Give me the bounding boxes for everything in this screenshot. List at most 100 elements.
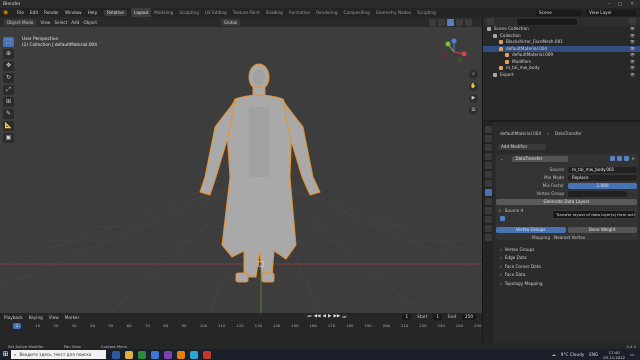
add-cube-tool-icon[interactable]: ▣ (3, 133, 14, 143)
tab-bone-weight[interactable]: Bone Weight (567, 226, 637, 233)
menu-view[interactable]: View (40, 20, 50, 25)
pan-hand-icon[interactable]: ✋ (469, 82, 478, 91)
windows-start-icon[interactable]: ⊞ (0, 349, 11, 360)
prev-key-icon[interactable]: ◀◀ (314, 314, 321, 320)
clock[interactable]: 17:40 03.11.2022 (603, 350, 625, 360)
expand-chevron-icon[interactable]: › (500, 255, 502, 260)
jump-start-icon[interactable]: ⏮ (308, 314, 312, 320)
vertex-data-checkbox[interactable] (500, 216, 505, 221)
workspace-tab-animation[interactable]: Animation (286, 8, 313, 17)
play-icon[interactable]: ▶ (328, 314, 331, 320)
tab-vertex-groups[interactable]: Vertex Groups (496, 226, 566, 233)
start-frame-field[interactable]: 1 (433, 314, 443, 320)
menu-add[interactable]: Add (71, 20, 79, 25)
telegram-icon[interactable] (190, 350, 198, 359)
expand-chevron-icon[interactable]: › (500, 281, 502, 286)
select-box-tool-icon[interactable]: ⬚ (3, 37, 14, 47)
blender-logo-icon[interactable]: ◉ (3, 9, 12, 16)
menu-select[interactable]: Select (54, 20, 67, 25)
workspace-tab-geometry-nodes[interactable]: Geometry Nodes (373, 8, 414, 17)
playhead[interactable]: 1 (13, 323, 21, 329)
xray-toggle-icon[interactable] (438, 18, 445, 26)
end-frame-field[interactable]: 250 (462, 314, 476, 320)
physics-tab-icon[interactable] (484, 207, 492, 214)
move-tool-icon[interactable]: ✥ (3, 61, 14, 71)
current-frame-field[interactable]: 1 (402, 314, 412, 320)
workspace-tab-texture-paint[interactable]: Texture Paint (230, 8, 263, 17)
cursor-tool-icon[interactable]: ⊕ (3, 49, 14, 59)
mix-mode-dropdown[interactable]: Replace (568, 174, 637, 181)
collapse-chevron-icon[interactable]: ⌄ (500, 156, 504, 161)
world-tab-icon[interactable] (484, 171, 492, 178)
timeline-ruler[interactable]: 1102030405060708090100110120130140150160… (0, 323, 482, 330)
menu-object[interactable]: Object (83, 20, 97, 25)
scene-selector[interactable]: Scene (536, 9, 582, 16)
subpanel-header[interactable]: › Vertex Groups (500, 246, 534, 253)
add-modifier-button[interactable]: Add Modifier (498, 143, 546, 150)
editmode-toggle-icon[interactable] (610, 156, 616, 161)
menu-file[interactable]: File (14, 10, 27, 15)
outliner-search-input[interactable] (517, 18, 577, 25)
menu-help[interactable]: Help (85, 10, 101, 15)
timeline-editor[interactable]: Playback Keying View Marker ⏮ ◀◀ ◀ ▶ ▶▶ … (0, 313, 482, 343)
timeline-menu-marker[interactable]: Marker (65, 315, 79, 320)
subpanel-header[interactable]: › Face Data (500, 271, 526, 278)
timeline-menu-keying[interactable]: Keying (29, 315, 43, 320)
edge-icon[interactable] (151, 350, 159, 359)
store-icon[interactable] (164, 350, 172, 359)
menu-render[interactable]: Render (41, 10, 62, 15)
mix-factor-slider[interactable]: 1.000 (568, 182, 637, 189)
expand-chevron-icon[interactable]: › (500, 247, 502, 252)
workspace-tab-shading[interactable]: Shading (263, 8, 286, 17)
particles-tab-icon[interactable] (484, 198, 492, 205)
jump-end-icon[interactable]: ⏭ (342, 314, 346, 320)
viewport-canvas[interactable] (0, 27, 482, 313)
solid-shading-icon[interactable] (447, 18, 454, 26)
subpanel-header[interactable]: › Topology Mapping (500, 280, 542, 287)
material-tab-icon[interactable] (484, 234, 492, 241)
modifier-tab-icon[interactable] (484, 189, 492, 196)
blender-taskbar-icon[interactable] (177, 350, 185, 359)
object-mode-dropdown[interactable]: Object Mode (4, 18, 37, 26)
expand-chevron-icon[interactable]: › (500, 264, 502, 269)
outliner-row[interactable]: Export 👁 (483, 72, 640, 79)
scene-tab-icon[interactable] (484, 162, 492, 169)
relative-pill[interactable]: Relative (104, 9, 127, 16)
ortho-grid-icon[interactable]: ⊞ (469, 106, 478, 115)
modifier-name-field[interactable]: DataTransfer (511, 155, 568, 162)
rotate-tool-icon[interactable]: ↻ (3, 73, 14, 83)
view-layer-tab-icon[interactable] (484, 153, 492, 160)
subpanel-header[interactable]: › Edge Data (500, 254, 527, 261)
close-icon[interactable]: ✕ (630, 2, 634, 7)
subpanel-header[interactable]: › Face Corner Data (500, 263, 541, 270)
constraints-tab-icon[interactable] (484, 216, 492, 223)
generate-data-layers-button[interactable]: Generate Data Layers (496, 198, 637, 205)
notification-icon[interactable]: ▭ (630, 352, 634, 357)
annotate-tool-icon[interactable]: ✎ (3, 109, 14, 119)
workspace-tab-scripting[interactable]: Scripting (414, 8, 439, 17)
modifier-close-icon[interactable]: ✕ (631, 156, 635, 161)
material-preview-icon[interactable] (456, 18, 463, 26)
navigation-gizmo[interactable] (440, 38, 468, 66)
view-layer-selector[interactable]: View Layer (586, 9, 636, 16)
transform-tool-icon[interactable]: ⊞ (3, 97, 14, 107)
tool-tab-icon[interactable] (484, 126, 492, 133)
render-tab-icon[interactable] (484, 135, 492, 142)
scale-tool-icon[interactable]: ⤢ (3, 85, 14, 95)
chrome-icon[interactable] (138, 350, 146, 359)
maximize-icon[interactable]: □ (618, 2, 622, 7)
app-icon[interactable] (203, 350, 211, 359)
timeline-menu-playback[interactable]: Playback (4, 315, 23, 320)
3d-viewport[interactable] (0, 27, 482, 313)
task-view-icon[interactable] (112, 350, 120, 359)
rendered-shading-icon[interactable] (465, 18, 472, 26)
workspace-tab-modeling[interactable]: Modeling (151, 8, 176, 17)
overlay-toggle-icon[interactable] (429, 18, 436, 26)
camera-view-icon[interactable]: ▶ (469, 94, 478, 103)
object-tab-icon[interactable] (484, 180, 492, 187)
play-reverse-icon[interactable]: ◀ (323, 314, 326, 320)
language-indicator[interactable]: ENG (589, 352, 598, 357)
vertex-group-field[interactable] (568, 190, 627, 197)
workspace-tab-compositing[interactable]: Compositing (341, 8, 373, 17)
explorer-icon[interactable] (125, 350, 133, 359)
